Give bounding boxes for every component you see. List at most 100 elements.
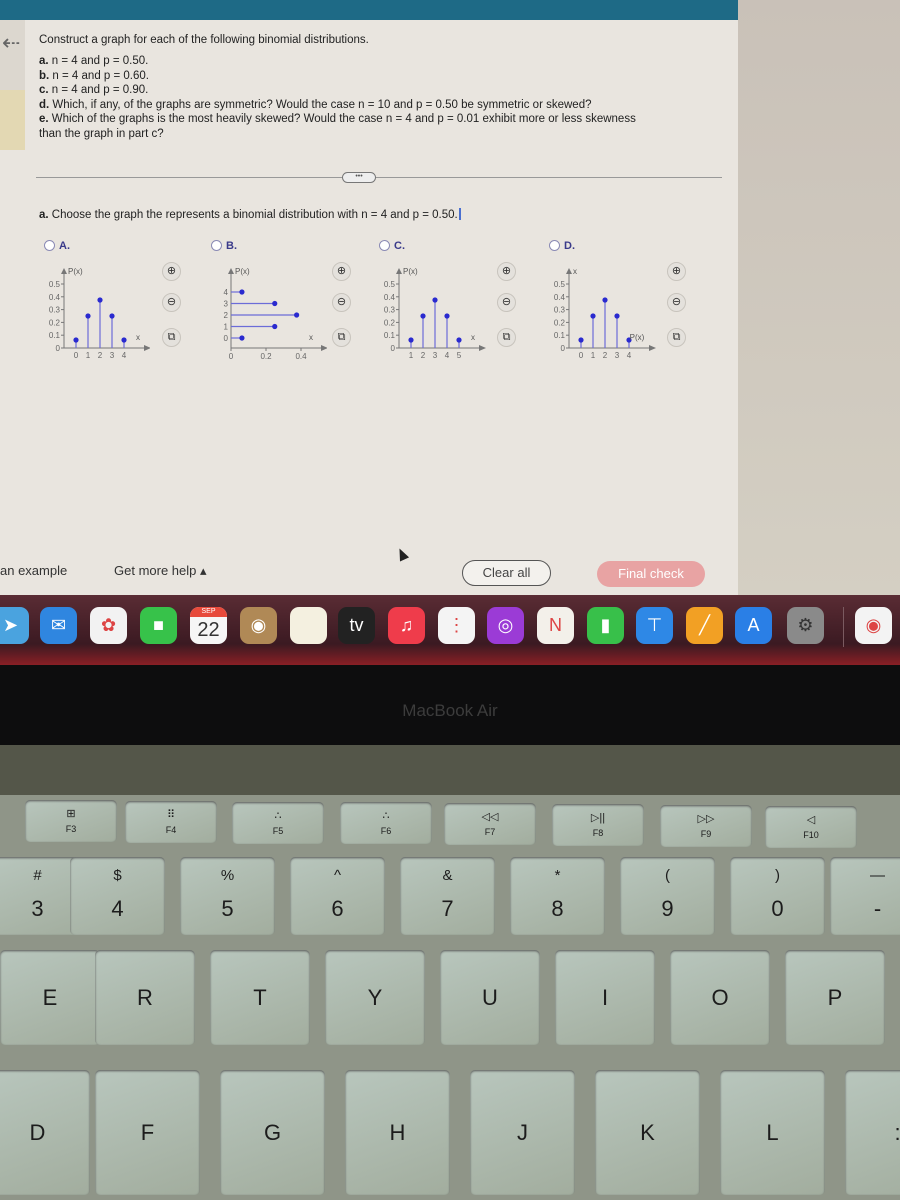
zoom-in-icon[interactable]: ⊕ (332, 262, 351, 281)
dock-news-icon[interactable]: N (537, 607, 574, 644)
y-tick-label: 0.1 (554, 331, 566, 340)
key-minus[interactable]: — - (830, 857, 900, 935)
data-point (602, 297, 608, 303)
chart-option-b: P(x) x 0 0.2 0.4 0 1 2 3 4 (224, 267, 327, 361)
key-l[interactable]: L (720, 1070, 825, 1195)
clear-all-button[interactable]: Clear all (462, 560, 551, 586)
view-example-link[interactable]: an example (0, 563, 67, 578)
current-question-highlight (0, 90, 25, 150)
y-tick-label: 3 (224, 300, 229, 309)
key-symbol: ▷|| (590, 812, 606, 824)
key-f7[interactable]: ◁◁ F7 (444, 803, 536, 846)
x-axis-label: x (136, 333, 140, 342)
y-tick-label: 0.1 (384, 331, 396, 340)
dock-pages-icon[interactable]: ╱ (686, 607, 723, 644)
desktop-background (738, 0, 900, 595)
key-f6[interactable]: ∴ F6 (340, 802, 432, 845)
radio-icon[interactable] (211, 240, 222, 251)
dock-calendar-icon[interactable]: SEP 22 (190, 607, 227, 644)
key-g[interactable]: G (220, 1070, 325, 1195)
key-f5[interactable]: ∴ F5 (232, 801, 324, 844)
dock-notes-icon[interactable] (290, 607, 327, 644)
radio-icon[interactable] (549, 240, 560, 251)
key-k[interactable]: K (595, 1070, 700, 1195)
x-tick-label: 3 (615, 351, 620, 360)
key-0[interactable]: ) 0 (730, 857, 825, 935)
dock-music-icon[interactable]: ♫ (388, 607, 425, 644)
radio-icon[interactable] (44, 240, 55, 251)
dock-chrome-icon[interactable]: ◉ (855, 607, 892, 644)
y-axis-arrow (566, 268, 572, 274)
dock-system-preferences-icon[interactable]: ⚙ (787, 607, 824, 644)
dock-maps-icon[interactable]: ➤ (0, 607, 29, 644)
key-5[interactable]: % 5 (180, 857, 275, 935)
final-check-button[interactable]: Final check (597, 561, 705, 587)
key-f9[interactable]: ▷▷ F9 (660, 804, 752, 847)
popout-icon[interactable]: ⧉ (162, 328, 181, 347)
dock-contacts-icon[interactable]: ◉ (240, 607, 277, 644)
expand-more-button[interactable]: ••• (342, 172, 376, 183)
key-f10[interactable]: ◁ F10 (765, 805, 857, 848)
dock-separator (843, 607, 844, 647)
key-4[interactable]: $4 (70, 857, 165, 935)
dock-mail-icon[interactable]: ✉ (40, 607, 77, 644)
key-f8[interactable]: ▷|| F8 (552, 804, 644, 846)
zoom-out-icon[interactable]: ⊖ (332, 293, 351, 312)
key-colon[interactable]: : (845, 1070, 900, 1195)
y-axis-label: P(x) (68, 267, 83, 276)
key-e[interactable]: E (0, 950, 100, 1045)
key-o[interactable]: O (670, 950, 770, 1045)
dock-podcasts-icon[interactable]: ◎ (487, 607, 524, 644)
key-main-symbol: 4 (111, 896, 124, 921)
key-i[interactable]: I (555, 950, 655, 1045)
option-a-radio[interactable]: A. (44, 240, 70, 252)
zoom-out-icon[interactable]: ⊖ (667, 293, 686, 312)
key-shift-symbol: % (220, 867, 235, 884)
key-t[interactable]: T (210, 950, 310, 1045)
option-b-radio[interactable]: B. (211, 240, 237, 252)
zoom-in-icon[interactable]: ⊕ (162, 262, 181, 281)
keyboard: ⊞ F3 ⠿ F4 ∴ F5 ∴ F6 ◁◁ F7 ▷|| F8 ▷▷ F9 ◁ F10 #3 $4% 5 ^ 6 & 7 *… (0, 795, 900, 1200)
dock-app-store-icon[interactable]: A (735, 607, 772, 644)
dock-apple-tv-icon[interactable]: tv (338, 607, 375, 644)
dock-reminders-icon[interactable]: ⋮ (438, 607, 475, 644)
back-arrow-icon[interactable]: ⇠ (2, 30, 20, 56)
dock-keynote-icon[interactable]: ⊤ (636, 607, 673, 644)
key-f[interactable]: F (95, 1070, 200, 1195)
key-7[interactable]: & 7 (400, 857, 495, 935)
key-symbol: ◁◁ (481, 811, 499, 824)
option-d-radio[interactable]: D. (549, 240, 575, 252)
key-main-symbol: 9 (661, 896, 674, 921)
key-symbol: ⠿ (166, 808, 176, 821)
radio-icon[interactable] (379, 240, 390, 251)
key-main-symbol: 8 (551, 896, 564, 921)
key-y[interactable]: Y (325, 950, 425, 1045)
popout-icon[interactable]: ⧉ (332, 328, 351, 347)
option-c-radio[interactable]: C. (379, 240, 405, 252)
get-more-help-link[interactable]: Get more help ▴ (114, 563, 207, 579)
key-u[interactable]: U (440, 950, 540, 1045)
key-j[interactable]: J (470, 1070, 575, 1195)
zoom-in-icon[interactable]: ⊕ (667, 262, 686, 281)
key-p[interactable]: P (785, 950, 885, 1045)
key-6[interactable]: ^ 6 (290, 857, 385, 935)
data-point (73, 337, 79, 343)
dock-facetime-icon[interactable]: ■ (140, 607, 177, 644)
zoom-out-icon[interactable]: ⊖ (497, 293, 516, 312)
y-axis-arrow (228, 268, 234, 274)
zoom-out-icon[interactable]: ⊖ (162, 293, 181, 312)
key-r[interactable]: R (95, 950, 195, 1045)
key-f4[interactable]: ⠿ F4 (125, 800, 217, 843)
key-h[interactable]: H (345, 1070, 450, 1195)
popout-icon[interactable]: ⧉ (667, 328, 686, 347)
key-f3[interactable]: ⊞ F3 (25, 800, 117, 842)
key-9[interactable]: (9 (620, 857, 715, 935)
popout-icon[interactable]: ⧉ (497, 328, 516, 347)
dock-photos-icon[interactable]: ✿ (90, 607, 127, 644)
y-tick-label: 0.4 (554, 293, 566, 302)
key-8[interactable]: * 8 (510, 857, 605, 935)
dock-numbers-icon[interactable]: ▮ (587, 607, 624, 644)
key-d[interactable]: D (0, 1070, 90, 1195)
zoom-in-icon[interactable]: ⊕ (497, 262, 516, 281)
key-label: F10 (803, 829, 819, 840)
